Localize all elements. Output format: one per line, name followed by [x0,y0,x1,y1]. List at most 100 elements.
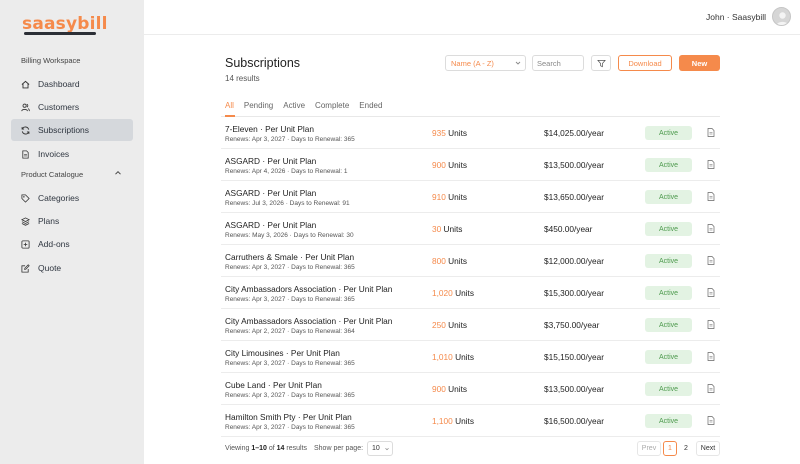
units-label: Units [441,224,463,234]
units-count: 910 [432,192,446,202]
table-row[interactable]: Hamilton Smith Pty · Per Unit Plan Renew… [221,405,720,437]
renewal-info: Renews: May 3, 2026 · Days to Renewal: 3… [225,232,354,239]
plus-square-icon [21,239,30,249]
sidebar-item-quote[interactable]: Quote [11,257,133,279]
sidebar-item-label: Customers [38,102,80,112]
document-icon[interactable] [707,128,715,137]
subscription-name[interactable]: Cube Land · Per Unit Plan [225,380,322,390]
table-row[interactable]: City Ambassadors Association · Per Unit … [221,277,720,309]
subscription-name[interactable]: City Ambassadors Association · Per Unit … [225,284,392,294]
units-count: 1,100 [432,416,453,426]
price: $14,025.00/year [544,128,604,138]
chevron-down-icon [515,61,521,65]
renewal-info: Renews: Apr 4, 2026 · Days to Renewal: 1 [225,168,348,175]
table-row[interactable]: City Limousines · Per Unit Plan Renews: … [221,341,720,373]
status-badge: Active [645,382,692,396]
units-count: 800 [432,256,446,266]
document-icon[interactable] [707,320,715,329]
chevron-up-icon[interactable] [114,169,122,177]
document-icon[interactable] [707,384,715,393]
tab-active[interactable]: Active [283,101,305,117]
per-page-label: Show per page: [314,445,364,452]
table-row[interactable]: ASGARD · Per Unit Plan Renews: May 3, 20… [221,213,720,245]
avatar[interactable] [772,7,791,26]
status-badge: Active [645,254,692,268]
sidebar-item-customers[interactable]: Customers [11,96,133,118]
units-label: Units [445,256,468,266]
table-row[interactable]: City Ambassadors Association · Per Unit … [221,309,720,341]
results-count: 14 results [225,74,260,83]
units-count: 900 [432,384,446,394]
document-icon[interactable] [707,288,715,297]
table-row[interactable]: Carruthers & Smale · Per Unit Plan Renew… [221,245,720,277]
filter-icon [596,59,606,67]
document-icon[interactable] [707,416,715,425]
sidebar-item-add-ons[interactable]: Add-ons [11,233,133,255]
subscription-name[interactable]: Hamilton Smith Pty · Per Unit Plan [225,412,352,422]
user-name[interactable]: John · Saasybill [706,12,766,22]
sort-select[interactable]: Name (A - Z) [445,55,526,71]
next-page-button[interactable]: Next [696,441,720,456]
subscription-name[interactable]: City Ambassadors Association · Per Unit … [225,316,392,326]
subscription-name[interactable]: 7-Eleven · Per Unit Plan [225,124,314,134]
subscription-name[interactable]: City Limousines · Per Unit Plan [225,348,340,358]
sidebar-item-invoices[interactable]: Invoices [11,143,133,165]
viewing-suffix: results [284,445,308,452]
viewing-of: of [266,445,277,452]
page-1-button[interactable]: 1 [663,441,677,456]
units-label: Units [445,384,468,394]
viewing-range: 1–10 [251,445,267,452]
units-label: Units [452,416,474,426]
document-icon[interactable] [707,224,715,233]
table-row[interactable]: ASGARD · Per Unit Plan Renews: Jul 3, 20… [221,181,720,213]
table-row[interactable]: 7-Eleven · Per Unit Plan Renews: Apr 3, … [221,117,720,149]
document-icon[interactable] [707,352,715,361]
document-icon[interactable] [707,160,715,169]
renewal-info: Renews: Apr 3, 2027 · Days to Renewal: 3… [225,360,355,367]
sidebar-item-dashboard[interactable]: Dashboard [11,73,133,95]
subscription-name[interactable]: ASGARD · Per Unit Plan [225,156,316,166]
units-label: Units [445,160,468,170]
sidebar-item-label: Invoices [38,149,70,159]
status-badge: Active [645,350,692,364]
sidebar-item-plans[interactable]: Plans [11,210,133,232]
tab-complete[interactable]: Complete [315,101,349,117]
workspace-label: Billing Workspace [21,56,81,65]
dashboard-icon [21,80,30,89]
sidebar-item-label: Categories [38,193,80,203]
page-2-button[interactable]: 2 [679,441,693,456]
units: 30 Units [432,224,462,234]
tab-pending[interactable]: Pending [244,101,273,117]
units-count: 250 [432,320,446,330]
price: $3,750.00/year [544,320,600,330]
units: 1,010 Units [432,352,474,362]
sidebar-item-categories[interactable]: Categories [11,187,133,209]
units-label: Units [452,352,474,362]
units: 900 Units [432,160,467,170]
subscription-name[interactable]: ASGARD · Per Unit Plan [225,188,316,198]
status-badge: Active [645,414,692,428]
table-row[interactable]: ASGARD · Per Unit Plan Renews: Apr 4, 20… [221,149,720,181]
chevron-down-icon [385,447,389,451]
prev-page-button[interactable]: Prev [637,441,661,456]
renewal-info: Renews: Apr 3, 2027 · Days to Renewal: 3… [225,424,355,431]
subscription-name[interactable]: Carruthers & Smale · Per Unit Plan [225,252,354,262]
price: $13,500.00/year [544,160,604,170]
app-logo[interactable]: saasybill [22,14,108,38]
units: 1,100 Units [432,416,474,426]
per-page-value: 10 [372,445,380,452]
table-row[interactable]: Cube Land · Per Unit Plan Renews: Apr 3,… [221,373,720,405]
new-button[interactable]: New [679,55,720,71]
page-title: Subscriptions [225,56,301,70]
tab-ended[interactable]: Ended [359,101,382,117]
price: $15,300.00/year [544,288,604,298]
renewal-info: Renews: Jul 3, 2026 · Days to Renewal: 9… [225,200,350,207]
sidebar-item-subscriptions[interactable]: Subscriptions [11,119,133,141]
document-icon[interactable] [707,192,715,201]
subscription-name[interactable]: ASGARD · Per Unit Plan [225,220,316,230]
search-input[interactable] [532,55,584,71]
filter-button[interactable] [591,55,611,71]
document-icon[interactable] [707,256,715,265]
per-page-select[interactable]: 10 [367,441,393,456]
download-button[interactable]: Download [618,55,672,71]
